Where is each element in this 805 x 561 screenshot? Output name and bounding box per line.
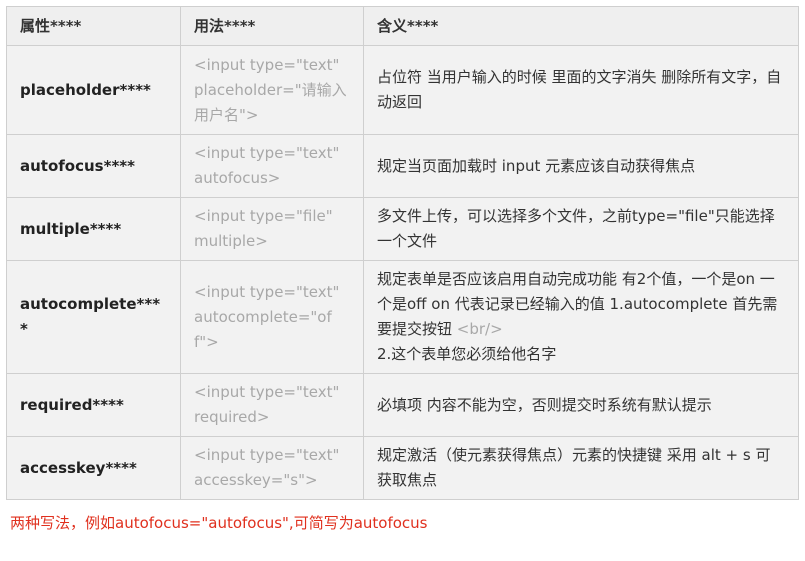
meaning-text: 规定表单是否应该启用自动完成功能 有2个值，一个是on 一个是off on 代表…	[377, 270, 778, 338]
table-row: autofocus**** <input type="text" autofoc…	[6, 134, 799, 198]
table-row: placeholder**** <input type="text" place…	[6, 45, 799, 135]
attribute-meaning: 占位符 当用户输入的时候 里面的文字消失 删除所有文字，自动返回	[363, 45, 799, 135]
table-header-row: 属性**** 用法**** 含义****	[6, 6, 799, 46]
attribute-meaning: 规定当页面加载时 input 元素应该自动获得焦点	[363, 134, 799, 198]
header-usage: 用法****	[180, 6, 364, 46]
attribute-name: autocomplete****	[6, 260, 181, 374]
attribute-usage: <input type="text" autocomplete="off">	[180, 260, 364, 374]
attribute-usage: <input type="text" required>	[180, 373, 364, 437]
header-attribute: 属性****	[6, 6, 181, 46]
attribute-meaning: 规定激活（使元素获得焦点）元素的快捷键 采用 alt + s 可获取焦点	[363, 436, 799, 500]
attribute-name: autofocus****	[6, 134, 181, 198]
html5-input-attributes-table: 属性**** 用法**** 含义**** placeholder**** <in…	[6, 6, 799, 500]
table-row: required**** <input type="text" required…	[6, 373, 799, 437]
table-row: autocomplete**** <input type="text" auto…	[6, 260, 799, 374]
attribute-usage: <input type="text" placeholder="请输入用户名">	[180, 45, 364, 135]
shorthand-note: 两种写法，例如autofocus="autofocus",可简写为autofoc…	[10, 514, 428, 532]
attribute-meaning: 多文件上传，可以选择多个文件，之前type="file"只能选择一个文件	[363, 197, 799, 261]
attribute-name: multiple****	[6, 197, 181, 261]
header-meaning: 含义****	[363, 6, 799, 46]
attribute-usage: <input type="text" accesskey="s">	[180, 436, 364, 500]
attribute-name: required****	[6, 373, 181, 437]
table-row: accesskey**** <input type="text" accessk…	[6, 436, 799, 500]
br-tag-text: <br/>	[456, 320, 503, 338]
table-row: multiple**** <input type="file" multiple…	[6, 197, 799, 261]
attribute-usage: <input type="file" multiple>	[180, 197, 364, 261]
attribute-meaning: 必填项 内容不能为空，否则提交时系统有默认提示	[363, 373, 799, 437]
attribute-meaning: 规定表单是否应该启用自动完成功能 有2个值，一个是on 一个是off on 代表…	[363, 260, 799, 374]
meaning-text-line2: 2.这个表单您必须给他名字	[377, 345, 557, 363]
attribute-usage: <input type="text" autofocus>	[180, 134, 364, 198]
attribute-name: placeholder****	[6, 45, 181, 135]
attribute-name: accesskey****	[6, 436, 181, 500]
